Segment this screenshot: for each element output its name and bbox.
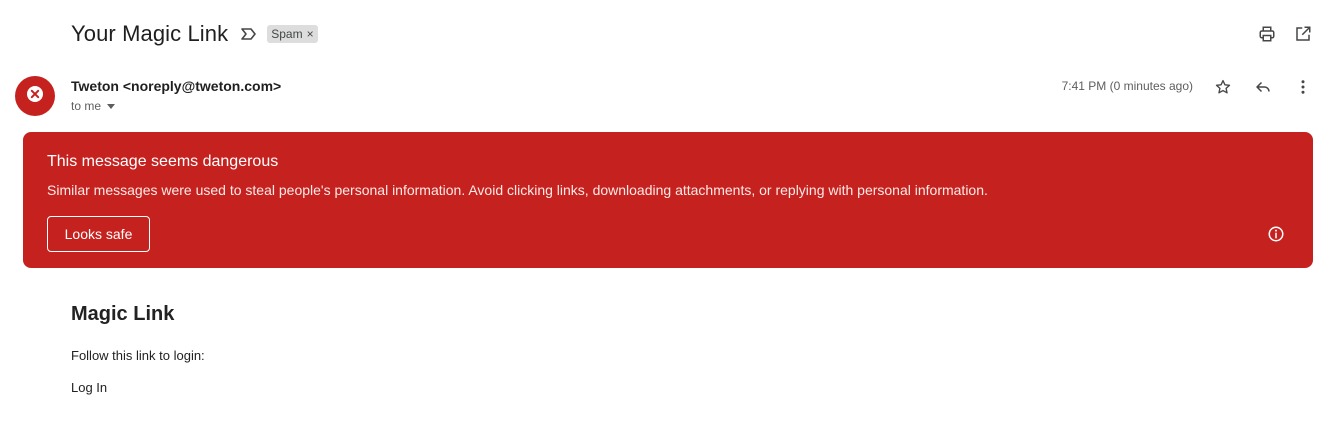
danger-warning-banner: This message seems dangerous Similar mes… <box>23 132 1313 268</box>
warning-title: This message seems dangerous <box>47 153 279 170</box>
danger-x-icon <box>26 85 44 108</box>
subject-row: Your Magic Link Spam × <box>71 18 318 50</box>
spam-label-chip: Spam × <box>267 25 318 43</box>
print-icon[interactable] <box>1257 24 1277 44</box>
sender-name[interactable]: Tweton <noreply@tweton.com> <box>71 78 281 94</box>
important-marker-icon[interactable] <box>240 25 258 43</box>
reply-icon[interactable] <box>1252 76 1274 98</box>
label-chip-text: Spam <box>271 27 303 41</box>
looks-safe-button[interactable]: Looks safe <box>47 216 150 252</box>
open-in-new-window-icon[interactable] <box>1293 24 1313 44</box>
info-icon[interactable] <box>1266 224 1286 244</box>
recipient-summary: to me <box>71 99 102 113</box>
recipient-details-toggle[interactable]: to me <box>71 99 116 113</box>
email-view: Your Magic Link Spam × Tweton <noreply@t… <box>0 0 1329 444</box>
email-timestamp: 7:41 PM (0 minutes ago) <box>1061 79 1193 93</box>
body-text: Follow this link to login: <box>71 348 205 363</box>
body-heading: Magic Link <box>71 303 175 325</box>
chevron-down-icon <box>107 103 116 109</box>
email-subject: Your Magic Link <box>71 21 229 46</box>
sender-avatar[interactable] <box>15 76 55 116</box>
remove-label-icon[interactable]: × <box>307 28 314 40</box>
login-link[interactable]: Log In <box>71 380 107 395</box>
more-vert-icon[interactable] <box>1292 76 1314 98</box>
star-icon[interactable] <box>1212 76 1234 98</box>
warning-text: Similar messages were used to steal peop… <box>47 182 988 198</box>
